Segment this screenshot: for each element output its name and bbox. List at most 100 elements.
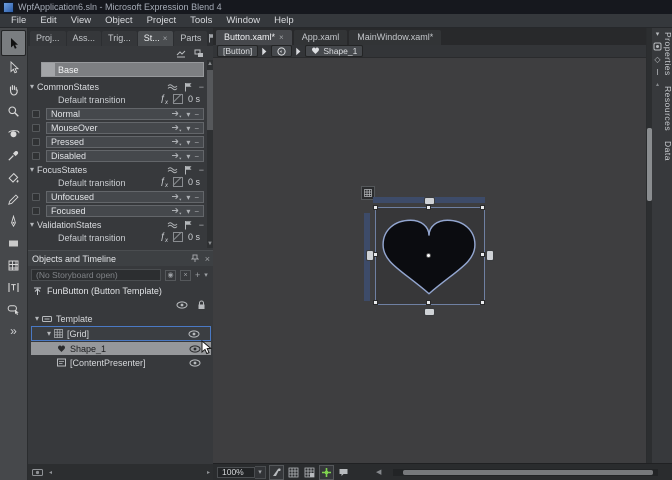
artboard[interactable] bbox=[213, 58, 646, 463]
resize-handle-e[interactable] bbox=[480, 252, 485, 257]
record-state-icon[interactable] bbox=[32, 207, 40, 215]
menu-tools[interactable]: Tools bbox=[183, 15, 219, 26]
chevron-down-icon[interactable]: ▾ bbox=[186, 110, 190, 119]
collapse-group-icon[interactable]: − bbox=[199, 82, 204, 92]
turn-on-recording-icon[interactable] bbox=[184, 220, 193, 230]
add-transition-icon[interactable] bbox=[171, 207, 182, 215]
chevron-down-icon[interactable]: ▾ bbox=[186, 124, 190, 133]
vertical-scrollbar[interactable] bbox=[647, 28, 652, 463]
anchor-adorner-bottom[interactable] bbox=[424, 308, 435, 316]
footer-scroll-left-icon[interactable]: ◂ bbox=[49, 469, 52, 476]
anchor-adorner-left[interactable] bbox=[366, 250, 374, 261]
close-tab-icon[interactable]: × bbox=[279, 33, 284, 42]
doc-tab-buttonxaml[interactable]: Button.xaml* × bbox=[216, 30, 292, 45]
tree-node-grid[interactable]: ▾ [Grid] bbox=[31, 326, 211, 341]
right-tab-resources[interactable]: Resources bbox=[661, 86, 672, 131]
state-row-disabled[interactable]: Disabled ▾ − bbox=[32, 150, 204, 162]
zoom-level-select[interactable]: 100% bbox=[217, 466, 255, 478]
record-state-icon[interactable] bbox=[32, 110, 40, 118]
doc-tab-mainwindowxaml[interactable]: MainWindow.xaml* bbox=[349, 30, 442, 45]
tool-text[interactable] bbox=[2, 276, 25, 298]
menu-project[interactable]: Project bbox=[140, 15, 184, 26]
panel-tab-parts[interactable]: Parts bbox=[174, 31, 208, 46]
resize-handle-s[interactable] bbox=[426, 300, 431, 305]
tool-pen[interactable] bbox=[2, 210, 25, 232]
state-bar[interactable]: Pressed ▾ − bbox=[46, 136, 204, 148]
state-group-commonstates[interactable]: ▾ CommonStates − bbox=[30, 80, 204, 93]
panel-tab-st[interactable]: St... × bbox=[137, 31, 174, 46]
close-panel-icon[interactable]: × bbox=[205, 254, 210, 264]
remove-state-icon[interactable]: − bbox=[194, 207, 199, 216]
anchor-adorner-top[interactable] bbox=[424, 197, 435, 205]
transition-preview-icon[interactable] bbox=[167, 166, 178, 174]
diamond-icon[interactable]: ◇ bbox=[654, 55, 660, 64]
menu-object[interactable]: Object bbox=[98, 15, 139, 26]
collapse-group-icon[interactable]: − bbox=[199, 220, 204, 230]
right-tab-data[interactable]: Data bbox=[661, 141, 672, 161]
snapshot-icon[interactable] bbox=[32, 468, 43, 476]
remove-state-icon[interactable]: − bbox=[194, 152, 199, 161]
chevron-down-icon[interactable]: ▾ bbox=[30, 82, 34, 91]
lock-column-icon[interactable] bbox=[197, 300, 206, 310]
tool-direct-selection[interactable] bbox=[2, 56, 25, 78]
breadcrumb-item-button[interactable]: [Button] bbox=[217, 45, 259, 57]
state-bar[interactable]: Unfocused ▾ − bbox=[46, 191, 204, 203]
state-base-row[interactable]: Base bbox=[41, 62, 204, 77]
easing-function-icon[interactable]: ƒx bbox=[160, 93, 168, 106]
tool-button[interactable] bbox=[2, 298, 25, 320]
add-transition-icon[interactable] bbox=[171, 124, 182, 132]
hscroll-left-icon[interactable]: ◀ bbox=[376, 468, 381, 476]
resize-handle-n[interactable] bbox=[426, 205, 431, 210]
close-tab-icon[interactable]: × bbox=[163, 34, 168, 43]
strip-up-icon[interactable]: ▴ bbox=[656, 81, 659, 88]
transition-preview-icon[interactable] bbox=[167, 83, 178, 91]
pin-icon[interactable] bbox=[190, 254, 199, 264]
record-state-icon[interactable] bbox=[32, 193, 40, 201]
state-row-focused[interactable]: Focused ▾ − bbox=[32, 205, 204, 217]
eye-icon[interactable] bbox=[188, 329, 200, 338]
horizontal-scrollbar[interactable] bbox=[393, 469, 658, 476]
chevron-down-icon[interactable]: ▾ bbox=[186, 138, 190, 147]
zoom-dropdown-icon[interactable]: ▾ bbox=[255, 465, 266, 479]
tool-assets[interactable]: » bbox=[2, 320, 25, 342]
chevron-down-icon[interactable]: ▾ bbox=[30, 220, 34, 229]
record-state-icon[interactable] bbox=[32, 138, 40, 146]
record-state-icon[interactable] bbox=[32, 124, 40, 132]
storyboard-picker[interactable]: (No Storyboard open) bbox=[31, 269, 161, 281]
state-group-focusstates[interactable]: ▾ FocusStates − bbox=[30, 163, 204, 176]
tool-pencil[interactable] bbox=[2, 188, 25, 210]
expander-icon[interactable]: ▾ bbox=[35, 314, 39, 323]
tool-selection[interactable] bbox=[1, 30, 26, 56]
state-row-mouseover[interactable]: MouseOver ▾ − bbox=[32, 122, 204, 134]
show-grid-icon[interactable] bbox=[287, 466, 300, 479]
tool-eyedropper[interactable] bbox=[2, 144, 25, 166]
transition-preview-icon[interactable] bbox=[167, 221, 178, 229]
menu-view[interactable]: View bbox=[64, 15, 98, 26]
menu-edit[interactable]: Edit bbox=[33, 15, 63, 26]
tree-node-contentpresenter[interactable]: [ContentPresenter] bbox=[31, 356, 211, 369]
hscroll-thumb[interactable] bbox=[403, 470, 653, 475]
tool-paint-bucket[interactable] bbox=[2, 166, 25, 188]
state-bar[interactable]: Normal ▾ − bbox=[46, 108, 204, 120]
eye-icon[interactable] bbox=[189, 358, 201, 367]
remove-state-icon[interactable]: − bbox=[194, 124, 199, 133]
resize-handle-sw[interactable] bbox=[373, 300, 378, 305]
eye-icon[interactable] bbox=[189, 344, 201, 353]
anchor-adorner-right[interactable] bbox=[486, 250, 494, 261]
add-transition-icon[interactable] bbox=[171, 193, 182, 201]
state-row-normal[interactable]: Normal ▾ − bbox=[32, 108, 204, 120]
annotations-icon[interactable] bbox=[337, 466, 350, 479]
remove-state-icon[interactable]: − bbox=[194, 110, 199, 119]
tool-zoom[interactable] bbox=[2, 100, 25, 122]
chevron-down-icon[interactable]: ▾ bbox=[186, 152, 190, 161]
right-tab-properties[interactable]: Properties bbox=[661, 32, 672, 76]
resize-handle-nw[interactable] bbox=[373, 205, 378, 210]
panel-tab-ass[interactable]: Ass... bbox=[66, 31, 102, 46]
snap-to-snaplines-icon[interactable] bbox=[319, 464, 334, 480]
breadcrumb-item-scope[interactable] bbox=[271, 45, 293, 57]
tool-pan[interactable] bbox=[2, 78, 25, 100]
remove-state-icon[interactable]: − bbox=[194, 193, 199, 202]
tree-node-shape_1[interactable]: Shape_1 bbox=[31, 342, 211, 355]
tool-camera-orbit[interactable] bbox=[2, 122, 25, 144]
turn-on-recording-icon[interactable] bbox=[184, 82, 193, 92]
